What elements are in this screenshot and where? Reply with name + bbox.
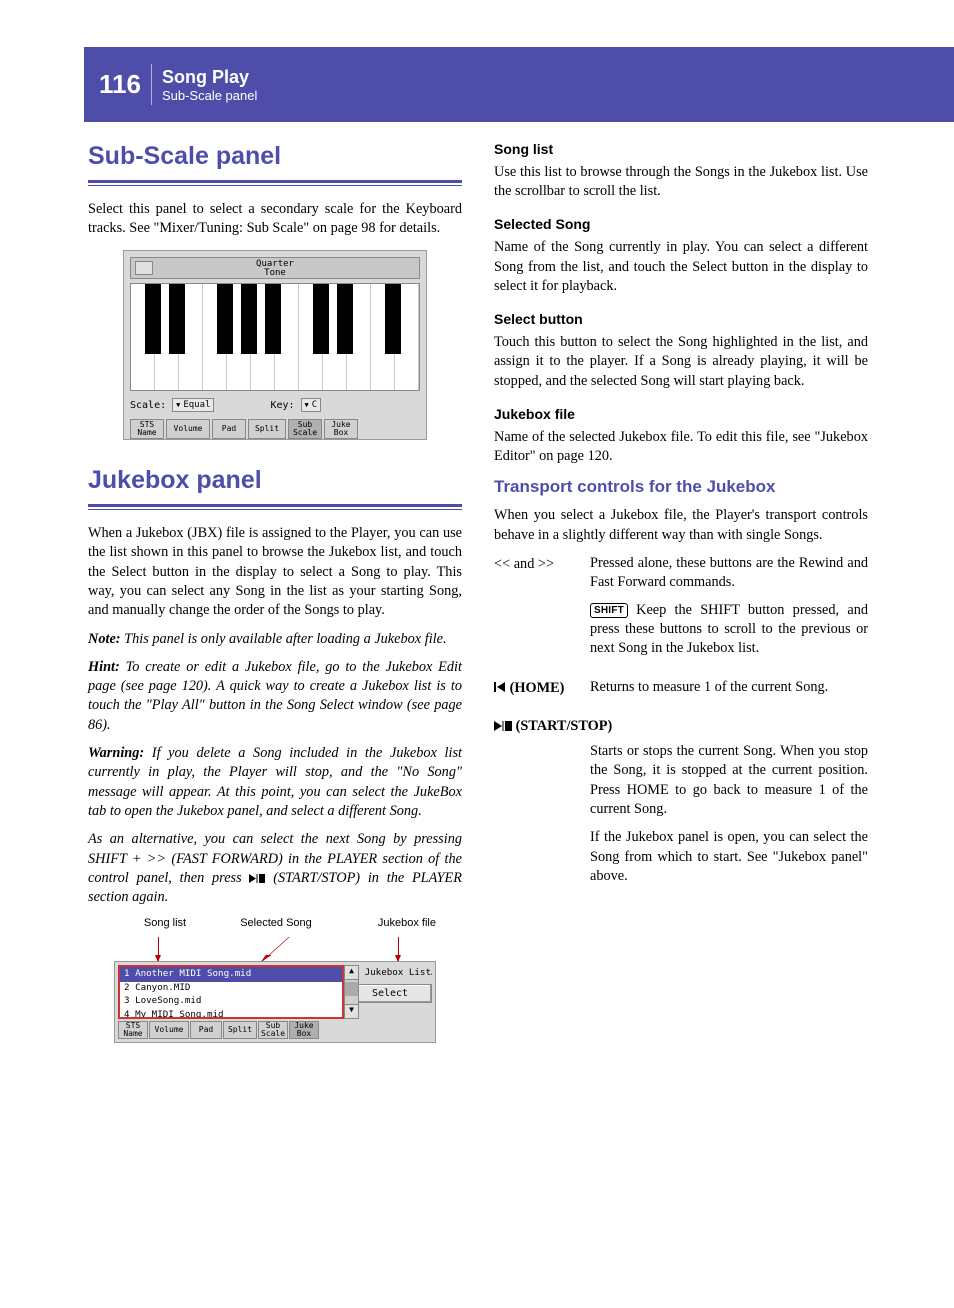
heading-subscale: Sub-Scale panel [88, 140, 462, 177]
subscale-figure: Quarter Tone Scale: ▼Equal Key: [123, 250, 427, 440]
heading-rule-2 [88, 504, 462, 510]
home-icon [494, 680, 506, 696]
playstop-icon [249, 870, 265, 886]
jukebox-file-name: My Jukebox List… [348, 967, 432, 979]
quarter-tone-label: Quarter Tone [256, 260, 294, 278]
label-songlist: Song list [114, 916, 216, 931]
jukebox-song-list: 1 Another MIDI Song.mid 2 Canyon.MID 3 L… [118, 965, 344, 1019]
body-shift: SHIFT Keep the SHIFT button pressed, and… [590, 601, 868, 659]
body-startstop-2: If the Jukebox panel is open, you can se… [590, 828, 868, 886]
hint-para: Hint: To create or edit a Jukebox file, … [88, 658, 462, 735]
jukebox-figure: 1 Another MIDI Song.mid 2 Canyon.MID 3 L… [114, 961, 436, 1043]
scroll-down-icon: ▼ [345, 1004, 358, 1018]
list-item: 1 Another MIDI Song.mid [120, 967, 342, 981]
playstop-icon [494, 718, 512, 734]
body-rewind-ff: Pressed alone, these buttons are the Rew… [590, 554, 868, 593]
p-jbx: Name of the selected Jukebox file. To ed… [494, 428, 868, 467]
label-selectedsong: Selected Song [216, 916, 336, 931]
shift-icon: SHIFT [590, 603, 628, 619]
h-songlist: Song list [494, 140, 868, 159]
transport-intro: When you select a Jukebox file, the Play… [494, 506, 868, 545]
list-item: 2 Canyon.MID [120, 982, 342, 995]
p-songlist: Use this list to browse through the Song… [494, 163, 868, 202]
heading-jukebox: Jukebox panel [88, 464, 462, 501]
label-jukeboxfile: Jukebox file [336, 916, 436, 931]
body-home: Returns to measure 1 of the current Song… [590, 678, 868, 697]
note-para: Note: This panel is only available after… [88, 630, 462, 649]
key-combo: ▼C [301, 398, 322, 412]
scale-label: Scale: [130, 399, 166, 413]
scroll-up-icon: ▲ [345, 966, 358, 980]
list-item: 4 My MIDI Song.mid [120, 1009, 342, 1018]
subscale-intro: Select this panel to select a secondary … [88, 200, 462, 239]
h-selected: Selected Song [494, 215, 868, 234]
h-selbtn: Select button [494, 310, 868, 329]
def-rewind-ff: << and >> Pressed alone, these buttons a… [494, 554, 868, 667]
scale-combo: ▼Equal [172, 398, 214, 412]
warning-para: Warning: If you delete a Song included i… [88, 744, 462, 821]
select-button: Select [348, 984, 432, 1004]
header-title: Song Play [162, 67, 257, 88]
alternative-para: As an alternative, you can select the ne… [88, 830, 462, 907]
page-header: 116 Song Play Sub-Scale panel [84, 47, 954, 122]
def-startstop: (START/STOP) Starts or stops the current… [494, 716, 868, 895]
header-subtitle: Sub-Scale panel [162, 88, 257, 103]
heading-rule [88, 180, 462, 186]
scrollbar: ▲ ▼ [344, 965, 359, 1019]
fig-lock-icon [135, 261, 153, 275]
list-item: 3 LoveSong.mid [120, 995, 342, 1008]
term-startstop: (START/STOP) [494, 716, 612, 736]
key-label: Key: [270, 399, 294, 413]
jukebox-intro: When a Jukebox (JBX) file is assigned to… [88, 524, 462, 620]
def-home: (HOME) Returns to measure 1 of the curre… [494, 678, 868, 706]
body-startstop-1: Starts or stops the current Song. When y… [590, 742, 868, 819]
jukebox-figure-wrap: Song list Selected Song Jukebox file 1 A… [114, 916, 436, 1043]
p-selbtn: Touch this button to select the Song hig… [494, 333, 868, 391]
page-number: 116 [99, 64, 152, 106]
term-rewind-ff: << and >> [494, 554, 580, 574]
fig1-tabs: STS Name Volume Pad Split Sub Scale Juke… [130, 419, 420, 439]
transport-heading: Transport controls for the Jukebox [494, 476, 868, 499]
term-home: (HOME) [494, 678, 580, 698]
right-column: Song list Use this list to browse throug… [494, 140, 868, 1043]
p-selected: Name of the Song currently in play. You … [494, 238, 868, 296]
left-column: Sub-Scale panel Select this panel to sel… [88, 140, 462, 1043]
piano-keyboard [130, 283, 420, 391]
h-jbx: Jukebox file [494, 405, 868, 424]
